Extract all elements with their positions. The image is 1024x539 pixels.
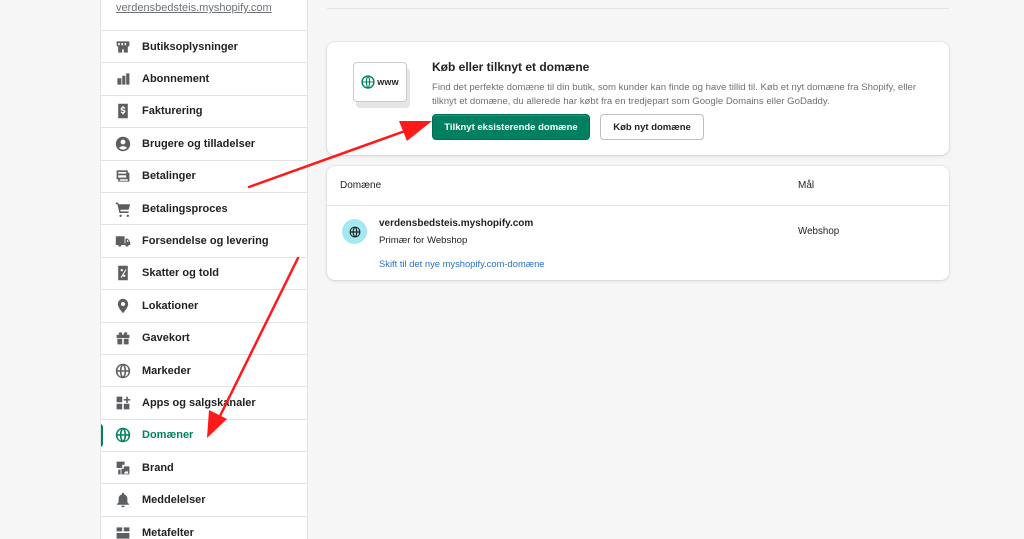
table-row: verdensbedsteis.myshopify.com Primær for… bbox=[327, 206, 949, 280]
switch-domain-link[interactable]: Skift til det nye myshopify.com-domæne bbox=[379, 258, 545, 269]
illustration-box: www bbox=[353, 62, 407, 102]
settings-nav: Butiksoplysninger Abonnement Fakturering… bbox=[101, 31, 307, 539]
sidebar-item-brand[interactable]: Brand bbox=[101, 452, 307, 485]
sidebar-item-users[interactable]: Brugere og tilladelser bbox=[101, 128, 307, 161]
sidebar-item-domains[interactable]: Domæner bbox=[101, 420, 307, 453]
sidebar-item-label: Metafelter bbox=[142, 526, 194, 539]
sidebar-item-label: Domæner bbox=[142, 429, 194, 442]
sidebar-item-taxes[interactable]: Skatter og told bbox=[101, 258, 307, 291]
globe-icon bbox=[115, 363, 131, 379]
buy-card-description: Find det perfekte domæne til din butik, … bbox=[432, 82, 917, 107]
sidebar-item-apps[interactable]: Apps og salgskanaler bbox=[101, 387, 307, 420]
apps-icon bbox=[115, 395, 131, 411]
sidebar-item-gift-cards[interactable]: Gavekort bbox=[101, 323, 307, 355]
store-icon bbox=[115, 39, 131, 55]
sidebar-item-label: Butiksoplysninger bbox=[142, 40, 238, 53]
domain-name: verdensbedsteis.myshopify.com bbox=[379, 218, 534, 229]
www-globe-icon bbox=[361, 75, 375, 89]
domains-table-card: Domæne Mål verdensbedsteis.myshopify.com… bbox=[327, 166, 949, 280]
sidebar-item-label: Betalingsproces bbox=[142, 202, 228, 215]
user-icon bbox=[115, 136, 131, 152]
sidebar-item-billing[interactable]: Fakturering bbox=[101, 96, 307, 129]
cart-icon bbox=[115, 201, 131, 217]
domains-table-header: Domæne Mål bbox=[327, 166, 949, 206]
truck-icon bbox=[115, 233, 131, 249]
connect-existing-domain-button[interactable]: Tilknyt eksisterende domæne bbox=[432, 114, 590, 140]
gift-icon bbox=[115, 330, 131, 346]
sidebar-item-plan[interactable]: Abonnement bbox=[101, 63, 307, 96]
store-url-row: verdensbedsteis.myshopify.com bbox=[101, 0, 307, 31]
sidebar-item-shipping[interactable]: Forsendelse og levering bbox=[101, 225, 307, 258]
sidebar-item-label: Fakturering bbox=[142, 105, 203, 118]
settings-sidebar: verdensbedsteis.myshopify.com Butiksoply… bbox=[100, 0, 308, 539]
sidebar-item-label: Gavekort bbox=[142, 332, 190, 345]
payments-icon bbox=[115, 168, 131, 184]
sidebar-item-label: Apps og salgskanaler bbox=[142, 396, 256, 409]
domain-target: Webshop bbox=[798, 226, 840, 237]
store-url-link[interactable]: verdensbedsteis.myshopify.com bbox=[116, 2, 272, 14]
domain-globe-icon bbox=[115, 427, 131, 443]
metafields-icon bbox=[115, 525, 131, 539]
sidebar-item-label: Betalinger bbox=[142, 170, 196, 183]
sidebar-item-checkout[interactable]: Betalingsproces bbox=[101, 193, 307, 226]
column-header-target: Mål bbox=[798, 180, 815, 191]
tax-icon bbox=[115, 265, 131, 281]
plan-icon bbox=[115, 71, 131, 87]
sidebar-item-notifications[interactable]: Meddelelser bbox=[101, 484, 307, 517]
sidebar-item-label: Skatter og told bbox=[142, 267, 220, 280]
domain-globe-icon bbox=[342, 219, 367, 244]
domain-subtitle: Primær for Webshop bbox=[379, 235, 468, 246]
sidebar-item-label: Brand bbox=[142, 461, 174, 474]
sidebar-item-label: Lokationer bbox=[142, 299, 199, 312]
sidebar-item-label: Abonnement bbox=[142, 73, 210, 86]
sidebar-item-label: Brugere og tilladelser bbox=[142, 137, 256, 150]
sidebar-item-payments[interactable]: Betalinger bbox=[101, 161, 307, 193]
header-divider bbox=[327, 8, 949, 9]
sidebar-item-metafields[interactable]: Metafelter bbox=[101, 517, 307, 539]
www-illustration: www bbox=[353, 62, 410, 108]
billing-icon bbox=[115, 103, 131, 119]
buy-domain-card: www Køb eller tilknyt et domæne Find det… bbox=[327, 42, 949, 155]
sidebar-item-store-details[interactable]: Butiksoplysninger bbox=[101, 31, 307, 64]
location-pin-icon bbox=[115, 298, 131, 314]
sidebar-item-locations[interactable]: Lokationer bbox=[101, 290, 307, 323]
settings-page: verdensbedsteis.myshopify.com Butiksoply… bbox=[0, 0, 1024, 539]
column-header-domain: Domæne bbox=[340, 180, 382, 191]
brand-icon bbox=[115, 460, 131, 476]
sidebar-item-label: Meddelelser bbox=[142, 494, 206, 507]
sidebar-item-markets[interactable]: Markeder bbox=[101, 355, 307, 388]
sidebar-item-label: Forsendelse og levering bbox=[142, 235, 269, 248]
www-text: www bbox=[377, 77, 399, 87]
buy-card-title: Køb eller tilknyt et domæne bbox=[432, 60, 590, 74]
sidebar-item-label: Markeder bbox=[142, 364, 191, 377]
bell-icon bbox=[115, 492, 131, 508]
buy-new-domain-button[interactable]: Køb nyt domæne bbox=[600, 114, 704, 140]
